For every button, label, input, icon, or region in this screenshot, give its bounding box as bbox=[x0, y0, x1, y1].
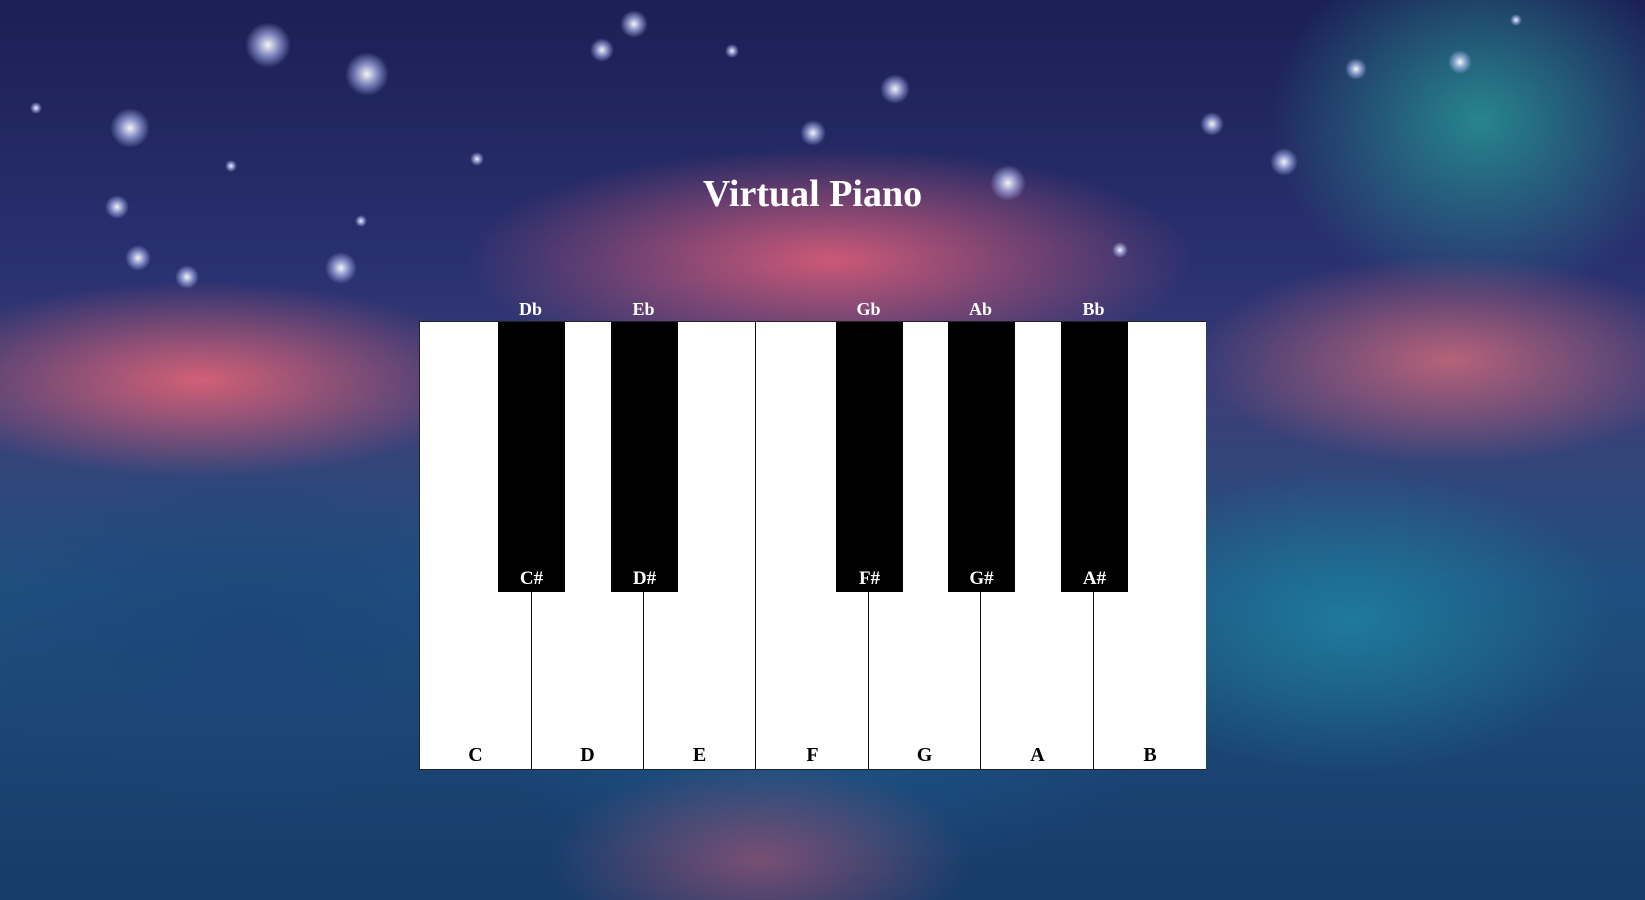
star bbox=[620, 10, 648, 38]
star bbox=[175, 265, 199, 289]
piano-key-d-sharp[interactable]: D# bbox=[611, 322, 678, 592]
piano-key-f-sharp[interactable]: F# bbox=[836, 322, 903, 592]
key-label-b: B bbox=[1143, 744, 1157, 766]
star bbox=[1345, 58, 1367, 80]
flat-label-eb: Eb bbox=[632, 299, 655, 319]
star bbox=[1200, 112, 1224, 136]
key-label-g-sharp: G# bbox=[969, 568, 994, 589]
key-label-c: C bbox=[468, 744, 483, 766]
page-title: Virtual Piano bbox=[702, 173, 923, 215]
piano-key-c-sharp[interactable]: C# bbox=[498, 322, 565, 592]
flat-label-gb: Gb bbox=[856, 299, 881, 319]
star bbox=[30, 102, 42, 114]
key-label-d: D bbox=[580, 744, 595, 766]
key-label-c-sharp: C# bbox=[519, 568, 544, 589]
star bbox=[800, 120, 826, 146]
star bbox=[125, 245, 151, 271]
star bbox=[1448, 50, 1472, 74]
flat-label-ab: Ab bbox=[968, 299, 992, 319]
flat-label-db: Db bbox=[518, 299, 542, 319]
star bbox=[345, 52, 389, 96]
star bbox=[110, 108, 150, 148]
key-label-f: F bbox=[806, 744, 819, 766]
piano-keyboard: C D E F G A B C# D# F# G# A# bbox=[419, 321, 1206, 770]
key-label-d-sharp: D# bbox=[632, 568, 657, 589]
star bbox=[590, 38, 614, 62]
star bbox=[1510, 14, 1522, 26]
key-label-g: G bbox=[916, 744, 933, 766]
star bbox=[355, 215, 367, 227]
star bbox=[325, 252, 357, 284]
key-label-a: A bbox=[1030, 744, 1045, 766]
piano-key-g-sharp[interactable]: G# bbox=[948, 322, 1015, 592]
star bbox=[245, 22, 291, 68]
key-label-a-sharp: A# bbox=[1082, 568, 1107, 589]
star bbox=[470, 152, 484, 166]
key-label-e: E bbox=[692, 744, 707, 766]
key-label-f-sharp: F# bbox=[858, 568, 881, 589]
star bbox=[880, 74, 910, 104]
star bbox=[725, 44, 739, 58]
flat-label-bb: Bb bbox=[1082, 299, 1105, 319]
star bbox=[225, 160, 237, 172]
star bbox=[1112, 242, 1128, 258]
piano-key-a-sharp[interactable]: A# bbox=[1061, 322, 1128, 592]
